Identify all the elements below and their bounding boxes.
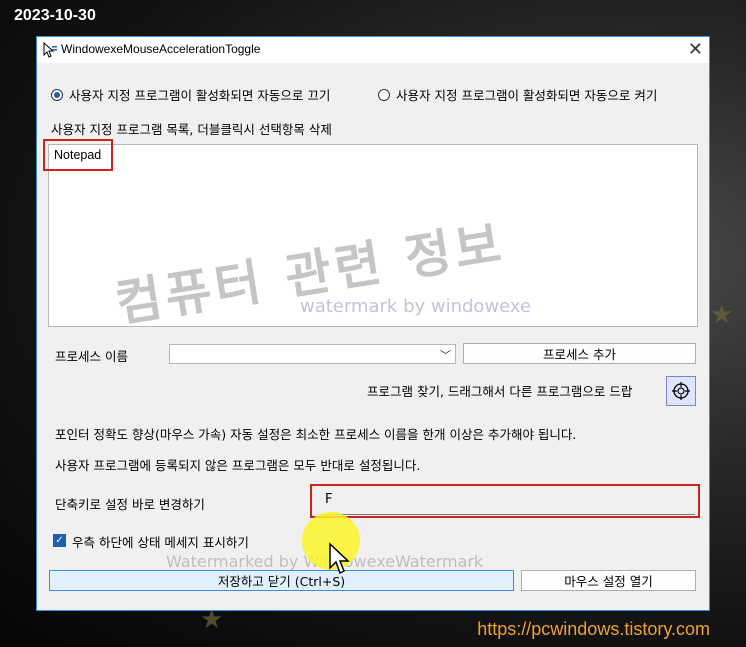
status-message-checkbox[interactable]: ✓ xyxy=(53,534,66,547)
close-icon[interactable]: ✕ xyxy=(688,39,703,60)
highlight-box-hotkey xyxy=(310,484,700,518)
hotkey-label: 단축키로 설정 바로 변경하기 xyxy=(55,497,205,512)
radio-auto-off-label: 사용자 지정 프로그램이 활성화되면 자동으로 끄기 xyxy=(69,88,331,103)
radio-auto-on[interactable]: 사용자 지정 프로그램이 활성화되면 자동으로 켜기 xyxy=(378,85,657,104)
save-close-button[interactable]: 저장하고 닫기 (Ctrl+S) xyxy=(49,570,514,591)
info-line-2: 사용자 프로그램에 등록되지 않은 프로그램은 모두 반대로 설정됩니다. xyxy=(55,458,421,473)
chevron-down-icon[interactable]: ﹀ xyxy=(440,347,451,363)
crosshair-icon xyxy=(672,382,690,400)
date-label: 2023-10-30 xyxy=(14,7,96,24)
highlight-box-list-item xyxy=(43,139,113,171)
drag-hint-label: 프로그램 찾기, 드래그해서 다른 프로그램으로 드랍 xyxy=(367,384,633,399)
radio-button[interactable] xyxy=(378,88,390,101)
cursor-app-icon xyxy=(42,41,58,58)
star-decoration: ★ xyxy=(710,300,734,330)
status-message-label: 우측 하단에 상태 메세지 표시하기 xyxy=(72,535,249,550)
radio-auto-off[interactable]: 사용자 지정 프로그램이 활성화되면 자동으로 끄기 xyxy=(51,85,330,104)
process-name-combobox[interactable]: ﹀ xyxy=(169,344,456,364)
process-name-label: 프로세스 이름 xyxy=(55,349,128,364)
window-title: WindowexeMouseAccelerationToggle xyxy=(61,42,261,56)
site-url: https://pcwindows.tistory.com xyxy=(477,619,710,639)
window-finder-target[interactable] xyxy=(666,376,696,406)
title-bar[interactable]: WindowexeMouseAccelerationToggle ✕ xyxy=(37,37,709,63)
program-list-label: 사용자 지정 프로그램 목록, 더블클릭시 선택항목 삭제 xyxy=(51,122,332,137)
open-mouse-settings-button[interactable]: 마우스 설정 열기 xyxy=(521,570,696,591)
mouse-pointer-icon xyxy=(329,542,350,575)
info-line-1: 포인터 정확도 향상(마우스 가속) 자동 설정은 최소한 프로세스 이름을 한… xyxy=(55,427,577,442)
add-process-button[interactable]: 프로세스 추가 xyxy=(463,343,696,364)
radio-auto-on-label: 사용자 지정 프로그램이 활성화되면 자동으로 켜기 xyxy=(396,88,658,103)
watermark-sub: watermark by windowexe xyxy=(300,296,532,317)
radio-button-selected[interactable] xyxy=(51,88,63,101)
